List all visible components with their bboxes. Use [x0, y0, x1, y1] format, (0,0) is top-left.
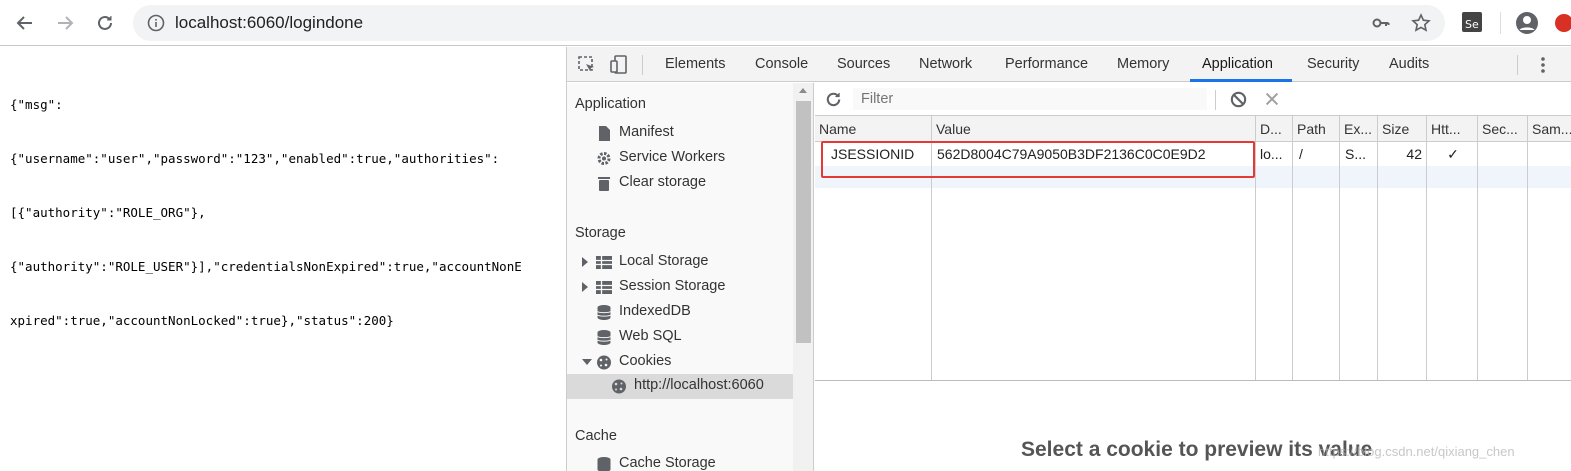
- cookie-size: 42: [1406, 146, 1422, 162]
- svg-text:Se: Se: [1465, 18, 1479, 31]
- highlight-annotation: [821, 141, 1255, 178]
- filter-separator: [1215, 90, 1216, 110]
- expand-arrow-icon[interactable]: [582, 257, 588, 267]
- expand-arrow-icon[interactable]: [582, 282, 588, 292]
- url-text: localhost:6060/logindone: [175, 13, 364, 32]
- column-header-expires[interactable]: Ex...: [1344, 121, 1376, 137]
- database-icon: [597, 305, 611, 320]
- response-json: {"msg": {"username":"user","password":"1…: [10, 60, 560, 348]
- tab-sources[interactable]: Sources: [837, 56, 890, 72]
- json-line: {"msg":: [10, 97, 63, 112]
- inspect-element-icon[interactable]: [576, 54, 598, 76]
- database-icon: [597, 330, 611, 345]
- selenium-extension-icon[interactable]: Se: [1461, 11, 1483, 33]
- info-icon: [147, 14, 165, 32]
- column-header-path[interactable]: Path: [1297, 121, 1337, 137]
- json-line: {"authority":"ROLE_USER"}],"credentialsN…: [10, 259, 522, 274]
- tab-application[interactable]: Application: [1202, 56, 1273, 72]
- cookie-expires: S...: [1345, 146, 1367, 162]
- grid-icon: [596, 281, 612, 294]
- sidebar-item-cookies[interactable]: Cookies: [567, 350, 793, 375]
- column-header-domain[interactable]: D...: [1260, 121, 1290, 137]
- tab-elements[interactable]: Elements: [665, 56, 725, 72]
- tab-separator: [1517, 55, 1518, 75]
- application-sidebar: Application Manifest Service Workers Cle…: [567, 83, 814, 471]
- json-line: {"username":"user","password":"123","ena…: [10, 151, 500, 166]
- column-header-samesite[interactable]: Sam...: [1532, 121, 1571, 137]
- tab-performance[interactable]: Performance: [1005, 56, 1088, 72]
- cookie-filter-bar: [815, 83, 1571, 116]
- sidebar-item-cookies-localhost[interactable]: http://localhost:6060: [567, 374, 793, 399]
- back-button[interactable]: [10, 8, 40, 38]
- file-icon: [599, 126, 610, 141]
- tab-separator: [642, 55, 643, 75]
- sidebar-scrollbar-thumb[interactable]: [796, 101, 811, 343]
- cookie-filter-input[interactable]: [853, 88, 1207, 110]
- more-options-icon[interactable]: [1532, 54, 1554, 76]
- sidebar-item-clear-storage[interactable]: Clear storage: [567, 171, 793, 196]
- sidebar-item-web-sql[interactable]: Web SQL: [567, 325, 793, 350]
- column-header-size[interactable]: Size: [1382, 121, 1424, 137]
- scroll-up-arrow-icon[interactable]: [799, 88, 807, 93]
- section-cache: Cache: [575, 428, 617, 444]
- tab-audits[interactable]: Audits: [1389, 56, 1429, 72]
- clear-all-icon[interactable]: [1229, 90, 1248, 109]
- trash-icon: [598, 177, 610, 191]
- sidebar-item-indexeddb[interactable]: IndexedDB: [567, 300, 793, 325]
- device-toolbar-icon[interactable]: [608, 54, 630, 76]
- avatar-icon[interactable]: [1515, 11, 1539, 35]
- devtools-tabbar: Elements Console Sources Network Perform…: [567, 47, 1571, 82]
- sidebar-item-service-workers[interactable]: Service Workers: [567, 146, 793, 171]
- section-storage: Storage: [575, 225, 626, 241]
- database-icon: [597, 457, 611, 471]
- sidebar-item-manifest[interactable]: Manifest: [567, 121, 793, 146]
- toolbar-divider: [1500, 12, 1501, 34]
- arrow-right-icon: [58, 16, 74, 30]
- watermark: https://blog.csdn.net/qixiang_chen: [1318, 444, 1515, 459]
- delete-selected-icon[interactable]: [1263, 90, 1281, 108]
- gear-icon: [597, 152, 611, 165]
- active-tab-indicator: [1190, 79, 1292, 82]
- json-line: [{"authority":"ROLE_ORG"},: [10, 205, 206, 220]
- key-icon[interactable]: [1371, 13, 1391, 33]
- reload-button[interactable]: [90, 8, 120, 38]
- column-header-httponly[interactable]: Htt...: [1431, 121, 1475, 137]
- collapse-arrow-icon[interactable]: [582, 359, 592, 365]
- tab-security[interactable]: Security: [1307, 56, 1359, 72]
- tab-console[interactable]: Console: [755, 56, 808, 72]
- grid-icon: [596, 256, 612, 269]
- star-icon[interactable]: [1411, 13, 1431, 33]
- sidebar-item-local-storage[interactable]: Local Storage: [567, 250, 793, 275]
- refresh-icon[interactable]: [824, 90, 843, 109]
- forward-button[interactable]: [50, 8, 80, 38]
- address-bar[interactable]: localhost:6060/logindone: [133, 5, 1445, 41]
- cookie-icon: [597, 355, 611, 370]
- update-badge-icon[interactable]: [1555, 14, 1571, 32]
- cookie-panel: Name Value D... Path Ex... Size Htt... S…: [815, 83, 1571, 471]
- column-header-value[interactable]: Value: [936, 121, 1251, 137]
- browser-toolbar: localhost:6060/logindone Se: [0, 0, 1571, 46]
- column-header-secure[interactable]: Sec...: [1482, 121, 1526, 137]
- arrow-left-icon: [16, 16, 32, 30]
- tab-memory[interactable]: Memory: [1117, 56, 1169, 72]
- devtools-panel: Elements Console Sources Network Perform…: [566, 47, 1571, 471]
- tab-network[interactable]: Network: [919, 56, 972, 72]
- json-line: xpired":true,"accountNonLocked":true},"s…: [10, 313, 394, 328]
- sidebar-item-cache-storage[interactable]: Cache Storage: [567, 452, 793, 471]
- column-header-name[interactable]: Name: [819, 121, 927, 137]
- sidebar-item-session-storage[interactable]: Session Storage: [567, 275, 793, 300]
- cookie-httponly: ✓: [1447, 146, 1459, 162]
- cookie-path: /: [1299, 146, 1303, 162]
- section-application: Application: [575, 96, 646, 112]
- cookie-domain: lo...: [1260, 146, 1283, 162]
- cookie-icon: [612, 379, 626, 394]
- reload-icon: [98, 15, 112, 30]
